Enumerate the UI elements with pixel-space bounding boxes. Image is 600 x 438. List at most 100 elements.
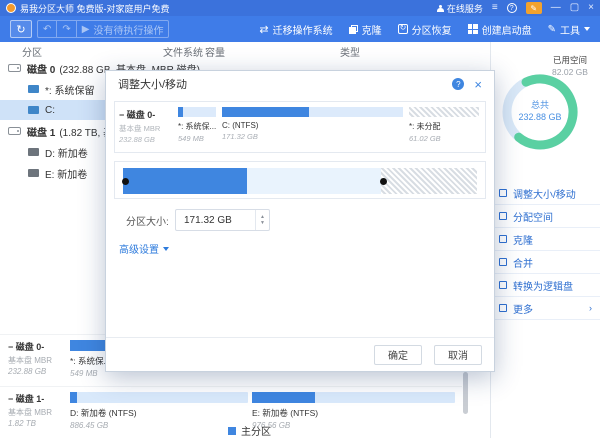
disk-recovery-icon — [398, 24, 408, 34]
merge-icon — [499, 258, 507, 266]
total-value: 232.88 GB — [498, 112, 582, 122]
disk0-label: 磁盘 0 — [27, 61, 55, 76]
chevron-down-icon — [584, 27, 590, 31]
migrate-os-button[interactable]: ⇄ 迁移操作系统 — [259, 22, 332, 37]
ok-button[interactable]: 确定 — [374, 345, 422, 365]
create-bootdisk-button[interactable]: 创建启动盘 — [468, 22, 532, 37]
disk1-name: − 磁盘 1- — [8, 392, 68, 405]
redo-button[interactable]: ↷ — [57, 21, 76, 37]
clone-button[interactable]: 克隆 — [349, 22, 382, 37]
menu-icon[interactable]: ≡ — [492, 3, 498, 13]
sidebar-action-allocate-space[interactable]: 分配空间 — [491, 205, 600, 228]
partition-size-input[interactable]: 171.32 GB ▲▼ — [175, 209, 270, 231]
create-bootdisk-label: 创建启动盘 — [482, 22, 532, 37]
tools-menu-button[interactable]: ✎ 工具 — [548, 22, 590, 37]
donut-center-text: 总共 232.88 GB — [498, 98, 582, 122]
strip-partition-unallocated[interactable]: *: 未分配 61.02 GB — [407, 106, 481, 148]
resize-slider-track[interactable] — [123, 168, 477, 194]
disk1-partition-d[interactable]: D: 新加卷 (NTFS) 886.45 GB — [70, 392, 248, 430]
refresh-button[interactable]: ↻ — [10, 20, 32, 38]
partition-size: 171.32 GB — [222, 132, 403, 141]
strip-disk-name: − 磁盘 0- — [119, 108, 174, 121]
grid-icon — [468, 24, 478, 34]
partition-recovery-button[interactable]: 分区恢复 — [398, 22, 452, 37]
partition-size: 886.45 GB — [70, 421, 248, 430]
allocate-icon — [499, 212, 507, 220]
stepper-down-icon[interactable]: ▼ — [260, 220, 265, 227]
disk1-info[interactable]: − 磁盘 1- 基本盘 MBR 1.82 TB — [8, 392, 68, 428]
advanced-settings-link[interactable]: 高级设置 — [119, 241, 169, 256]
disk0-type: 基本盘 MBR — [8, 355, 68, 366]
operation-history-group: ↶ ↷ ▶ 没有待执行操作 — [37, 20, 169, 38]
sidebar-action-resize-move[interactable]: 调整大小/移动 — [491, 182, 600, 205]
disk0-info[interactable]: − 磁盘 0- 基本盘 MBR 232.88 GB — [8, 340, 68, 376]
sidebar-action-clone[interactable]: 克隆 — [491, 228, 600, 251]
strip-partition-c[interactable]: C: (NTFS) 171.32 GB — [220, 106, 405, 148]
sidebar-actions: 调整大小/移动 分配空间 克隆 合并 转换为逻辑盘 更多 › — [491, 182, 600, 320]
e-drive-label: E: 新加卷 — [45, 166, 87, 181]
action-label: 分配空间 — [513, 209, 553, 224]
partition-bar — [252, 392, 455, 403]
chevron-down-icon — [163, 247, 169, 251]
partition-size: 976.56 GB — [252, 421, 455, 430]
pending-operations-button[interactable]: ▶ 没有待执行操作 — [77, 21, 169, 37]
partition-icon — [28, 169, 39, 177]
strip-partition-sysreserved[interactable]: *: 系统保... 549 MB — [176, 106, 218, 148]
titlebar: 易我分区大师 免费版-对家庭用户免费 在线服务 ≡ ? ✎ — ▢ × — [0, 0, 600, 16]
d-drive-label: D: 新加卷 — [45, 145, 88, 160]
partition-bar — [70, 392, 248, 403]
copy-icon — [349, 25, 358, 34]
main-scrollbar[interactable] — [463, 372, 468, 414]
redo-icon: ↷ — [62, 24, 70, 35]
sidebar-action-merge[interactable]: 合并 — [491, 251, 600, 274]
help-icon[interactable]: ? — [507, 3, 517, 13]
online-service-button[interactable]: 在线服务 — [437, 2, 483, 15]
close-button[interactable]: × — [588, 3, 594, 13]
more-icon — [499, 304, 507, 312]
legend-label: 主分区 — [241, 423, 271, 438]
disk1-size: 1.82 TB — [8, 419, 68, 428]
window-title: 易我分区大师 免费版-对家庭用户免费 — [20, 2, 170, 15]
dialog-close-icon[interactable]: × — [474, 78, 482, 91]
left-resize-handle[interactable] — [122, 178, 129, 185]
disk1-type: 基本盘 MBR — [8, 407, 68, 418]
disk-strip: − 磁盘 0- 基本盘 MBR 232.88 GB *: 系统保... 549 … — [114, 101, 486, 153]
action-label: 转换为逻辑盘 — [513, 278, 573, 293]
dialog-title: 调整大小/移动 — [118, 76, 187, 92]
action-label: 更多 — [513, 301, 533, 316]
size-stepper[interactable]: ▲▼ — [255, 210, 269, 230]
minimize-button[interactable]: — — [551, 3, 561, 13]
action-label: 合并 — [513, 255, 533, 270]
partition-label: C: (NTFS) — [222, 121, 403, 130]
used-space-segment — [123, 168, 247, 194]
table-header: 分区 文件系统 容量 类型 — [0, 42, 490, 58]
right-resize-handle[interactable] — [380, 178, 387, 185]
dialog-help-icon[interactable]: ? — [452, 78, 464, 90]
partition-recovery-label: 分区恢复 — [412, 22, 452, 37]
partition-size: 61.02 GB — [409, 134, 479, 143]
person-icon — [437, 5, 444, 12]
resize-icon — [499, 189, 507, 197]
sidebar-action-more[interactable]: 更多 › — [491, 297, 600, 320]
clone-label: 克隆 — [362, 22, 382, 37]
partition-bar — [222, 107, 403, 117]
disk0-name: − 磁盘 0- — [8, 340, 68, 353]
undo-icon: ↶ — [43, 24, 51, 35]
partition-label: *: 未分配 — [409, 121, 479, 132]
partition-icon — [28, 106, 39, 114]
cancel-button[interactable]: 取消 — [434, 345, 482, 365]
undo-button[interactable]: ↶ — [38, 21, 57, 37]
feedback-button[interactable]: ✎ — [526, 2, 542, 14]
col-type: 类型 — [340, 44, 360, 59]
unallocated-segment — [381, 168, 477, 194]
col-capacity: 容量 — [205, 44, 225, 59]
advanced-settings-label: 高级设置 — [119, 241, 159, 256]
maximize-button[interactable]: ▢ — [570, 3, 579, 13]
disk-icon — [8, 64, 21, 72]
sidebar-action-convert-logical[interactable]: 转换为逻辑盘 — [491, 274, 600, 297]
c-drive-label: C: — [45, 105, 55, 116]
disk1-partition-e[interactable]: E: 新加卷 (NTFS) 976.56 GB — [252, 392, 455, 430]
strip-disk-info: − 磁盘 0- 基本盘 MBR 232.88 GB — [119, 106, 174, 148]
pen-icon: ✎ — [530, 4, 537, 13]
partition-icon — [28, 148, 39, 156]
